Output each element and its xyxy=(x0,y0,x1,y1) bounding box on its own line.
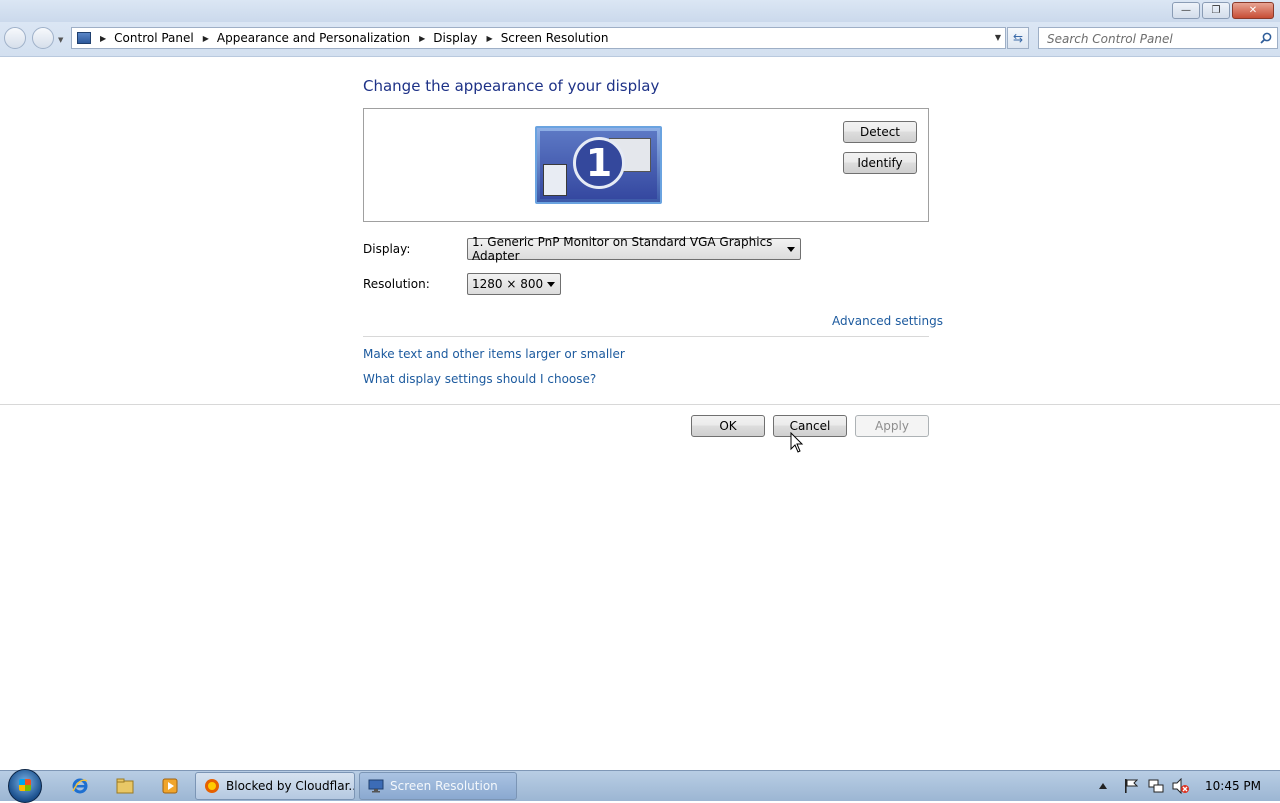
divider xyxy=(363,336,929,337)
action-center-flag-icon[interactable] xyxy=(1121,776,1141,796)
close-button[interactable]: ✕ xyxy=(1232,2,1274,19)
display-help-link[interactable]: What display settings should I choose? xyxy=(363,372,596,386)
media-player-icon[interactable] xyxy=(160,776,180,796)
internet-explorer-icon[interactable] xyxy=(70,776,90,796)
restore-button[interactable]: ❐ xyxy=(1202,2,1230,19)
network-icon[interactable] xyxy=(1146,776,1166,796)
search-icon[interactable] xyxy=(1260,32,1272,44)
window-controls: — ❐ ✕ xyxy=(1172,2,1274,19)
identify-button[interactable]: Identify xyxy=(843,152,917,174)
taskbar-clock[interactable]: 10:45 PM xyxy=(1205,779,1261,793)
control-panel-icon xyxy=(77,32,91,44)
refresh-icon: ⇆ xyxy=(1012,31,1024,45)
taskbar-item-screen-resolution[interactable]: Screen Resolution xyxy=(359,772,517,800)
detect-button[interactable]: Detect xyxy=(843,121,917,143)
resolution-select-value: 1280 × 800 xyxy=(472,277,544,291)
address-bar[interactable]: ▶ Control Panel ▶ Appearance and Persona… xyxy=(71,27,1006,49)
chevron-right-icon[interactable]: ▶ xyxy=(203,34,209,43)
page-title: Change the appearance of your display xyxy=(363,77,660,95)
start-button[interactable] xyxy=(8,769,42,803)
monitor-preview-panel: 1 Detect Identify xyxy=(363,108,929,222)
dropdown-arrow-icon xyxy=(547,282,555,287)
taskbar-item-label: Blocked by Cloudflar... xyxy=(226,779,355,793)
volume-muted-icon[interactable] xyxy=(1171,776,1191,796)
show-hidden-icons-icon[interactable] xyxy=(1096,776,1110,796)
chevron-right-icon[interactable]: ▶ xyxy=(419,34,425,43)
chevron-right-icon[interactable]: ▶ xyxy=(100,34,106,43)
firefox-icon xyxy=(205,779,219,793)
resolution-label: Resolution: xyxy=(363,277,430,291)
taskbar-item-label: Screen Resolution xyxy=(390,779,498,793)
breadcrumb-display[interactable]: Display xyxy=(433,31,477,45)
advanced-settings-link[interactable]: Advanced settings xyxy=(832,314,943,328)
display-settings-icon xyxy=(368,779,384,793)
monitor-number-badge: 1 xyxy=(573,137,625,189)
display-select[interactable]: 1. Generic PnP Monitor on Standard VGA G… xyxy=(467,235,801,263)
mouse-cursor-icon xyxy=(790,432,804,453)
breadcrumb-control-panel[interactable]: Control Panel xyxy=(114,31,194,45)
resolution-select[interactable]: 1280 × 800 xyxy=(467,273,561,295)
minimize-button[interactable]: — xyxy=(1172,2,1200,19)
breadcrumb-screen-resolution[interactable]: Screen Resolution xyxy=(501,31,609,45)
refresh-button[interactable]: ⇆ xyxy=(1007,27,1029,49)
text-size-link[interactable]: Make text and other items larger or smal… xyxy=(363,347,625,361)
forward-button[interactable] xyxy=(32,27,54,49)
chevron-right-icon[interactable]: ▶ xyxy=(487,34,493,43)
footer-divider xyxy=(0,404,1280,405)
search-input[interactable] xyxy=(1045,30,1254,48)
recent-pages-dropdown-icon[interactable]: ▼ xyxy=(58,36,63,44)
apply-button[interactable]: Apply xyxy=(855,415,929,437)
monitor-window-graphic xyxy=(543,164,567,196)
address-dropdown-icon[interactable]: ▼ xyxy=(995,33,1001,42)
monitor-1-thumbnail[interactable]: 1 xyxy=(535,126,662,204)
window-titlebar: — ❐ ✕ xyxy=(0,0,1280,22)
breadcrumb-appearance[interactable]: Appearance and Personalization xyxy=(217,31,410,45)
cancel-button[interactable]: Cancel xyxy=(773,415,847,437)
taskbar-item-firefox[interactable]: Blocked by Cloudflar... xyxy=(195,772,355,800)
file-explorer-icon[interactable] xyxy=(115,776,135,796)
dropdown-arrow-icon xyxy=(787,247,795,252)
back-button[interactable] xyxy=(4,27,26,49)
display-label: Display: xyxy=(363,242,411,256)
ok-button[interactable]: OK xyxy=(691,415,765,437)
taskbar: Blocked by Cloudflar... Screen Resolutio… xyxy=(0,769,1280,803)
search-box[interactable] xyxy=(1038,27,1278,49)
display-select-value: 1. Generic PnP Monitor on Standard VGA G… xyxy=(472,235,773,263)
